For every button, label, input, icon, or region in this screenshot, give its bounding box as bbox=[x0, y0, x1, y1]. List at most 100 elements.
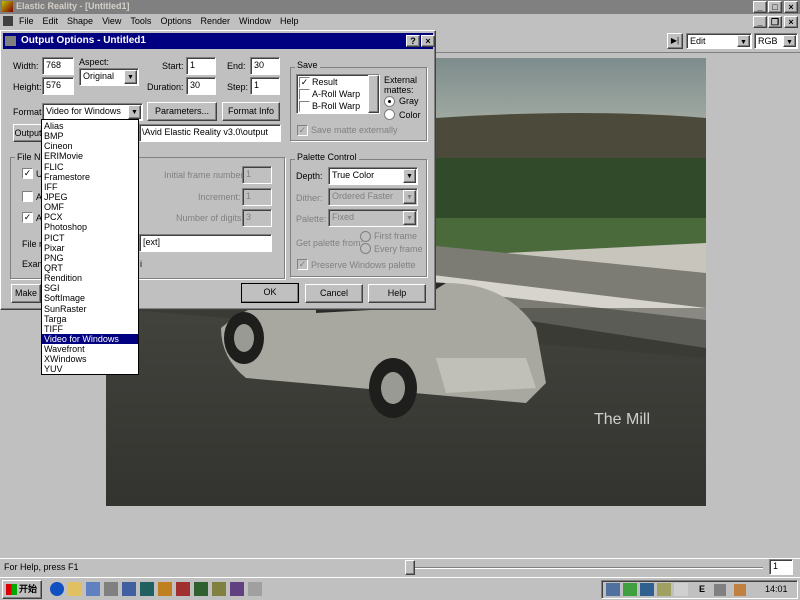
initial-frame-field[interactable]: 1 bbox=[242, 166, 272, 184]
format-option[interactable]: PICT bbox=[42, 233, 138, 243]
app-icon-4[interactable] bbox=[212, 582, 226, 596]
depth-select[interactable]: True Color ▼ bbox=[328, 167, 418, 185]
width-field[interactable]: 768 bbox=[42, 57, 74, 75]
save-list-scrollbar[interactable] bbox=[368, 75, 379, 113]
mail-icon[interactable] bbox=[86, 582, 100, 596]
disk-icon[interactable] bbox=[104, 582, 118, 596]
a-checkbox-2[interactable]: ✓ bbox=[22, 212, 33, 223]
tray-network-icon[interactable] bbox=[606, 583, 620, 596]
menu-options[interactable]: Options bbox=[160, 16, 191, 26]
output-path-field[interactable]: \Avid Elastic Reality v3.0\output bbox=[139, 124, 281, 142]
use-checkbox[interactable]: ✓ bbox=[22, 168, 33, 179]
a-checkbox-1[interactable] bbox=[22, 191, 33, 202]
doc-restore-button[interactable]: ❐ bbox=[768, 16, 782, 28]
save-matte-checkbox[interactable]: ✓ bbox=[297, 125, 308, 136]
format-option[interactable]: YUV bbox=[42, 364, 138, 374]
output-button[interactable]: Output bbox=[13, 124, 43, 142]
format-option[interactable]: Alias bbox=[42, 121, 138, 131]
maximize-button[interactable]: □ bbox=[768, 1, 782, 13]
duration-field[interactable]: 30 bbox=[186, 77, 216, 95]
format-option[interactable]: Wavefront bbox=[42, 344, 138, 354]
chevron-down-icon[interactable]: ▼ bbox=[403, 169, 416, 183]
chevron-down-icon[interactable]: ▼ bbox=[783, 35, 796, 47]
save-a-roll-checkbox[interactable] bbox=[299, 89, 310, 100]
doc-close-button[interactable]: × bbox=[784, 16, 798, 28]
format-option[interactable]: Cineon bbox=[42, 141, 138, 151]
palette-select[interactable]: Fixed ▼ bbox=[328, 209, 418, 227]
chevron-down-icon[interactable]: ▼ bbox=[124, 70, 137, 84]
frame-field[interactable]: 1 bbox=[769, 559, 793, 575]
file-name-field[interactable]: [ext] bbox=[139, 234, 272, 252]
format-option[interactable]: Rendition bbox=[42, 273, 138, 283]
app-icon-5[interactable] bbox=[230, 582, 244, 596]
explorer-icon[interactable] bbox=[68, 582, 82, 596]
every-frame-radio[interactable] bbox=[360, 243, 371, 254]
format-option[interactable]: Framestore bbox=[42, 172, 138, 182]
menu-shape[interactable]: Shape bbox=[67, 16, 93, 26]
format-option[interactable]: TIFF bbox=[42, 324, 138, 334]
app-icon-6[interactable] bbox=[248, 582, 262, 596]
ie-icon[interactable] bbox=[50, 582, 64, 596]
app-icon-2[interactable] bbox=[176, 582, 190, 596]
color-select[interactable]: RGB ▼ bbox=[754, 33, 798, 49]
menu-render[interactable]: Render bbox=[200, 16, 230, 26]
menu-edit[interactable]: Edit bbox=[43, 16, 59, 26]
chevron-down-icon[interactable]: ▼ bbox=[403, 190, 416, 204]
end-field[interactable]: 30 bbox=[250, 57, 280, 75]
format-option[interactable]: Video for Windows bbox=[42, 333, 138, 345]
format-option[interactable]: FLIC bbox=[42, 162, 138, 172]
format-option[interactable]: SoftImage bbox=[42, 293, 138, 303]
dialog-help-button[interactable]: ? bbox=[406, 35, 420, 47]
dither-select[interactable]: Ordered Faster ▼ bbox=[328, 188, 418, 206]
parameters-button[interactable]: Parameters... bbox=[147, 102, 217, 121]
ok-button[interactable]: OK bbox=[241, 283, 299, 303]
format-option[interactable]: SunRaster bbox=[42, 304, 138, 314]
format-option[interactable]: ERIMovie bbox=[42, 151, 138, 161]
menu-file[interactable]: File bbox=[19, 16, 34, 26]
tray-monitor-icon[interactable] bbox=[640, 583, 654, 596]
menu-window[interactable]: Window bbox=[239, 16, 271, 26]
tray-speaker-icon[interactable] bbox=[657, 583, 671, 596]
minimize-button[interactable]: _ bbox=[753, 1, 767, 13]
format-option[interactable]: JPEG bbox=[42, 192, 138, 202]
media-icon[interactable] bbox=[140, 582, 154, 596]
format-option[interactable]: PCX bbox=[42, 212, 138, 222]
dialog-close-button[interactable]: × bbox=[421, 35, 435, 47]
format-dropdown-list[interactable]: Alias BMP Cineon ERIMovie FLIC Framestore IFF J… bbox=[41, 119, 139, 375]
chevron-down-icon[interactable]: ▼ bbox=[737, 35, 750, 47]
step-field[interactable]: 1 bbox=[250, 77, 280, 95]
tray-ime-icon[interactable] bbox=[674, 583, 688, 596]
format-option[interactable]: SGI bbox=[42, 283, 138, 293]
cancel-button[interactable]: Cancel bbox=[305, 284, 363, 303]
app-icon[interactable] bbox=[2, 1, 13, 12]
settings-icon[interactable] bbox=[122, 582, 136, 596]
lang-indicator[interactable]: E bbox=[699, 584, 705, 594]
save-b-roll-checkbox[interactable] bbox=[299, 101, 310, 112]
menu-tools[interactable]: Tools bbox=[130, 16, 151, 26]
help-button[interactable]: Help bbox=[368, 284, 426, 303]
chevron-down-icon[interactable]: ▼ bbox=[128, 105, 141, 119]
format-info-button[interactable]: Format Info bbox=[222, 102, 280, 121]
format-option[interactable]: IFF bbox=[42, 182, 138, 192]
save-result-checkbox[interactable]: ✓ bbox=[299, 77, 310, 88]
format-option[interactable]: Pixar bbox=[42, 243, 138, 253]
make-button[interactable]: Make bbox=[11, 284, 41, 303]
play-button[interactable]: ▶| bbox=[667, 33, 683, 49]
save-list[interactable]: ✓ Result A-Roll Warp B-Roll Warp bbox=[296, 74, 380, 114]
format-option[interactable]: QRT bbox=[42, 263, 138, 273]
tray-tool-icon[interactable] bbox=[714, 584, 726, 596]
tray-app-icon[interactable] bbox=[623, 583, 637, 596]
doc-minimize-button[interactable]: _ bbox=[753, 16, 767, 28]
frame-slider-track[interactable] bbox=[405, 567, 763, 569]
increment-field[interactable]: 1 bbox=[242, 188, 272, 206]
format-option[interactable]: Photoshop bbox=[42, 222, 138, 232]
menu-view[interactable]: View bbox=[102, 16, 121, 26]
doc-icon[interactable] bbox=[3, 16, 13, 26]
first-frame-radio[interactable] bbox=[360, 231, 371, 242]
height-field[interactable]: 576 bbox=[42, 77, 74, 95]
start-button[interactable]: 开始 bbox=[2, 580, 42, 599]
format-option[interactable]: Targa bbox=[42, 314, 138, 324]
preserve-palette-checkbox[interactable]: ✓ bbox=[297, 259, 308, 270]
gray-radio[interactable] bbox=[384, 96, 395, 107]
format-option[interactable]: PNG bbox=[42, 253, 138, 263]
